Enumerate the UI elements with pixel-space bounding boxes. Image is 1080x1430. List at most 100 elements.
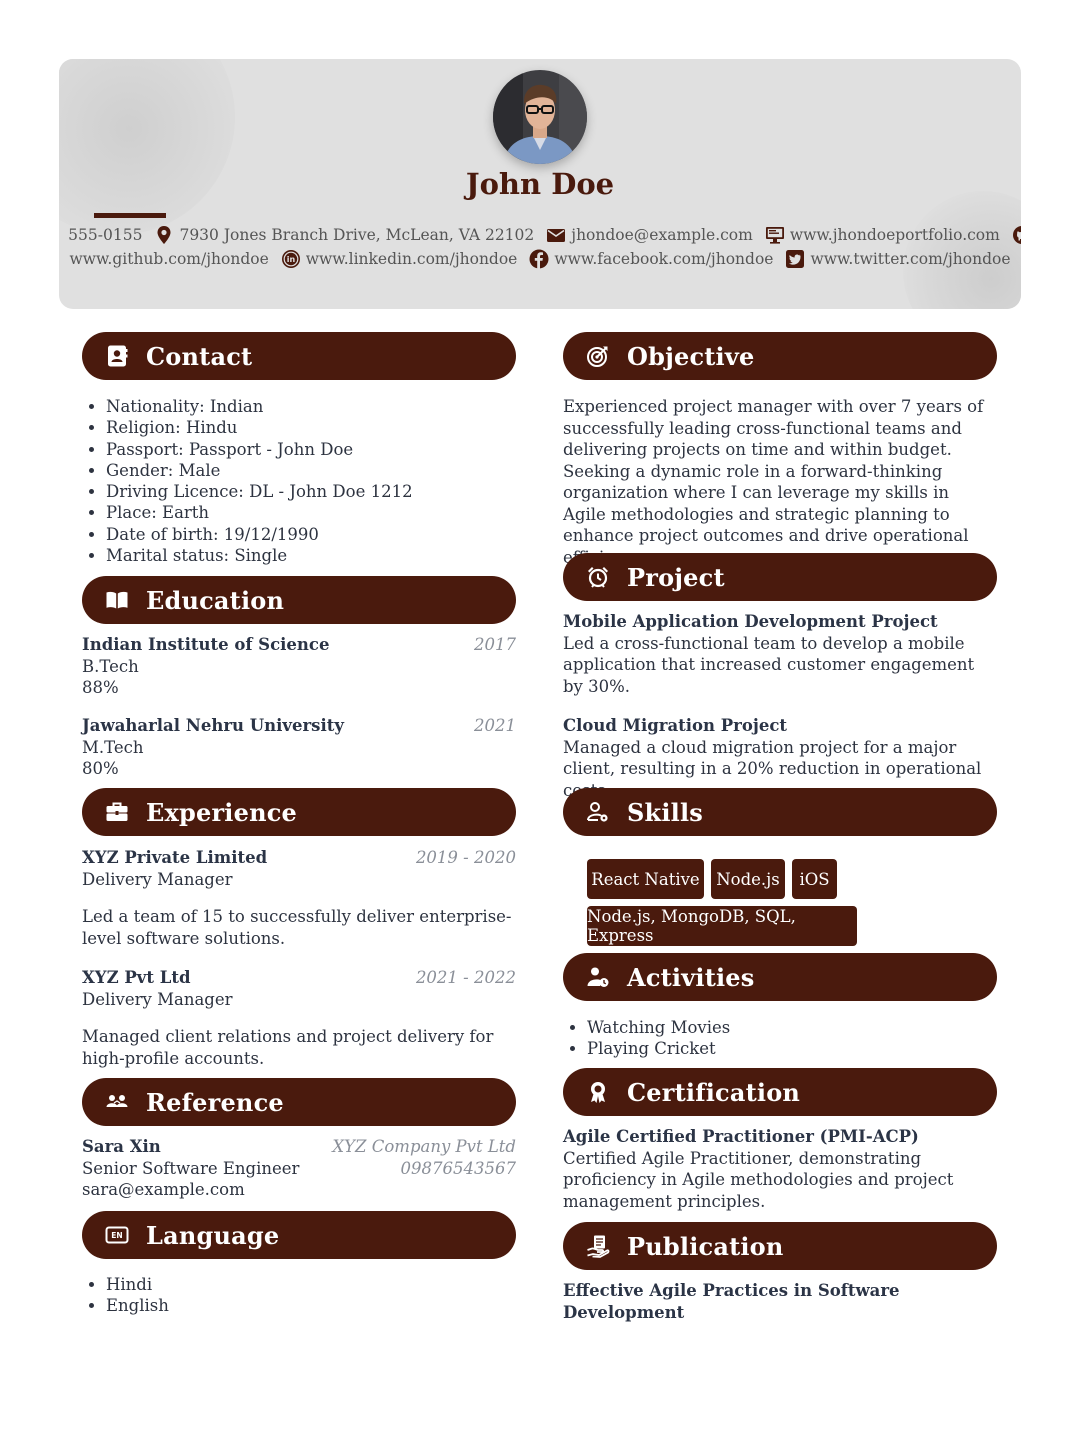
accent-bar [94, 213, 166, 218]
en-language-icon: EN [104, 1222, 130, 1248]
section-header-reference: Reference [82, 1078, 516, 1126]
section-title: Language [146, 1220, 280, 1250]
score: 88% [82, 678, 119, 697]
degree: B.Tech [82, 656, 139, 676]
section-title: Experience [146, 797, 298, 827]
job-role: Delivery Manager [82, 869, 233, 889]
linkedin-contact[interactable]: in www.linkedin.com/jhondoe [281, 249, 518, 269]
certification-entry: Agile Certified Practitioner (PMI-ACP) C… [563, 1126, 997, 1212]
publication-name: Effective Agile Practices in Software De… [563, 1281, 900, 1322]
list-item: Marital status: Single [106, 545, 536, 566]
open-book-icon [104, 587, 130, 613]
job-role: Delivery Manager [82, 989, 233, 1009]
employment-dates: 2019 - 2020 [415, 848, 516, 867]
skill-tag: React Native [587, 859, 704, 899]
github-url[interactable]: www.github.com/jhondoe [69, 250, 268, 268]
section-header-experience: Experience [82, 788, 516, 836]
objective-text: Experienced project manager with over 7 … [563, 397, 984, 567]
target-icon [585, 343, 611, 369]
section-header-project: Project [563, 553, 997, 601]
reference-company: XYZ Company Pvt Ltd [332, 1137, 516, 1156]
score: 80% [82, 759, 119, 778]
section-header-language: EN Language [82, 1211, 516, 1259]
contact-line-2: www.github.com/jhondoe in www.linkedin.c… [59, 249, 1021, 269]
email-link[interactable]: jhondoe@example.com [571, 226, 753, 244]
reference-phone: 09876543567 [400, 1158, 516, 1178]
github-link[interactable]: www.github.com/jhondoe [69, 250, 268, 268]
project-name: Cloud Migration Project [563, 716, 788, 735]
list-item: Nationality: Indian [106, 396, 536, 417]
twitter-link[interactable]: www.twitter.com/jhondoe [810, 250, 1010, 268]
education-entry: Indian Institute of Science 2017 B.Tech 8… [82, 634, 516, 699]
section-header-contact: Contact [82, 332, 516, 380]
portfolio-contact[interactable]: www.jhondoeportfolio.com [765, 225, 1000, 245]
section-title: Project [627, 562, 725, 592]
github-contact[interactable] [1012, 225, 1021, 245]
experience-entry: XYZ Private Limited 2019 - 2020 Delivery … [82, 847, 516, 949]
resume-page: John Doe 555-0155 7930 Jones Branch Driv… [0, 0, 1080, 1430]
section-title: Publication [627, 1231, 784, 1261]
email-contact[interactable]: jhondoe@example.com [546, 225, 753, 245]
list-item: Place: Earth [106, 502, 536, 523]
svg-text:in: in [287, 255, 296, 264]
svg-text:EN: EN [111, 1231, 122, 1240]
degree: M.Tech [82, 737, 144, 757]
project-name: Mobile Application Development Project [563, 612, 938, 631]
school-name: Jawaharlal Nehru University [82, 716, 344, 735]
twitter-contact[interactable]: www.twitter.com/jhondoe [785, 249, 1011, 269]
list-item: Gender: Male [106, 460, 536, 481]
list-item: Watching Movies [587, 1017, 1017, 1038]
facebook-icon [529, 249, 549, 269]
section-header-publication: Publication [563, 1222, 997, 1270]
monitor-icon [765, 227, 784, 244]
award-icon [585, 1079, 611, 1105]
candidate-name: John Doe [465, 167, 615, 201]
reference-name: Sara Xin [82, 1137, 161, 1156]
skill-tag: iOS [792, 859, 837, 899]
list-item: Date of birth: 19/12/1990 [106, 524, 536, 545]
project-entry: Mobile Application Development Project L… [563, 611, 997, 697]
section-title: Contact [146, 341, 253, 371]
facebook-link[interactable]: www.facebook.com/jhondoe [554, 250, 773, 268]
map-pin-icon [157, 226, 171, 244]
phone-contact: 555-0155 [59, 225, 142, 245]
list-item: Driving Licence: DL - John Doe 1212 [106, 481, 536, 502]
certification-description: Certified Agile Practitioner, demonstrat… [563, 1148, 954, 1211]
project-description: Led a cross-functional team to develop a… [563, 633, 975, 696]
reference-email: sara@example.com [82, 1180, 245, 1199]
graduation-year: 2021 [474, 716, 516, 735]
skill-tag: Node.js, MongoDB, SQL, Express [587, 906, 857, 946]
address-book-icon [104, 343, 130, 369]
user-clock-icon [585, 964, 611, 990]
certification-name: Agile Certified Practitioner (PMI-ACP) [563, 1127, 919, 1146]
contact-line-1: 555-0155 7930 Jones Branch Drive, McLean… [59, 225, 1021, 245]
phone-text: 555-0155 [68, 226, 143, 244]
section-title: Activities [627, 962, 755, 992]
section-title: Skills [627, 797, 704, 827]
section-header-education: Education [82, 576, 516, 624]
portfolio-link[interactable]: www.jhondoeportfolio.com [790, 226, 1000, 244]
education-entry: Jawaharlal Nehru University 2021 M.Tech 8… [82, 715, 516, 780]
publication-entry: Effective Agile Practices in Software De… [563, 1280, 997, 1323]
linkedin-icon: in [281, 250, 300, 268]
section-header-certification: Certification [563, 1068, 997, 1116]
contact-list: Nationality: Indian Religion: Hindu Pass… [82, 396, 536, 566]
section-title: Certification [627, 1077, 801, 1107]
section-title: Reference [146, 1087, 284, 1117]
alarm-clock-icon [585, 564, 611, 590]
section-title: Education [146, 585, 285, 615]
list-item: English [106, 1295, 536, 1316]
company-name: XYZ Private Limited [82, 848, 268, 867]
list-item: Passport: Passport - John Doe [106, 439, 536, 460]
hand-document-icon [585, 1233, 611, 1259]
facebook-contact[interactable]: www.facebook.com/jhondoe [529, 249, 773, 269]
envelope-icon [547, 229, 566, 242]
job-description: Managed client relations and project del… [82, 1027, 494, 1068]
school-name: Indian Institute of Science [82, 635, 330, 654]
github-icon [1012, 226, 1021, 244]
section-header-activities: Activities [563, 953, 997, 1001]
linkedin-link[interactable]: www.linkedin.com/jhondoe [306, 250, 518, 268]
decorative-circle [59, 59, 235, 235]
address-contact: 7930 Jones Branch Drive, McLean, VA 2210… [154, 225, 534, 245]
language-list: Hindi English [82, 1274, 536, 1317]
